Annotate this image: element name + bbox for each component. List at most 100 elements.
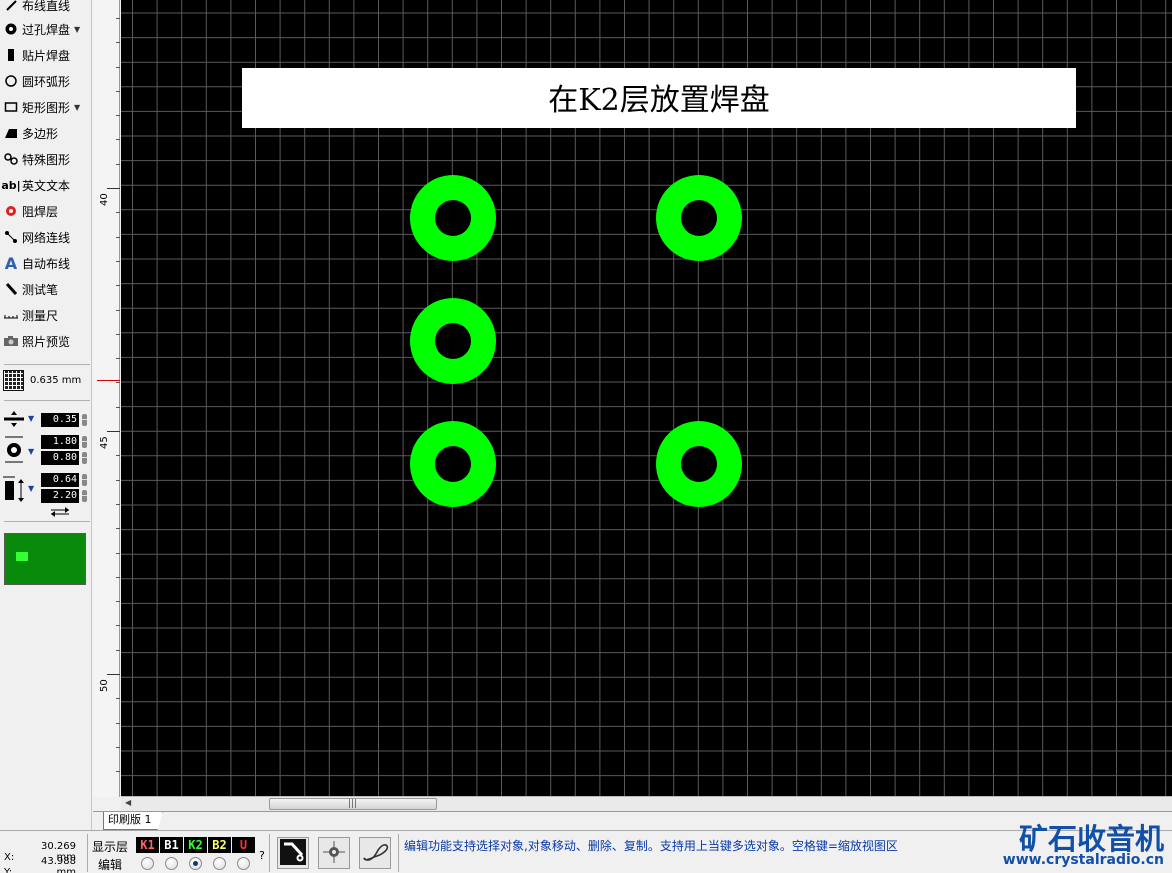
chevron-down-icon[interactable]: ▼ bbox=[28, 484, 34, 493]
tool-smd-pad[interactable]: 贴片焊盘 bbox=[0, 42, 92, 68]
ruler-tick bbox=[116, 333, 120, 335]
tab-board-1[interactable]: 印刷版 1 bbox=[103, 812, 163, 830]
edit-layer-radio-b1[interactable] bbox=[165, 857, 178, 870]
pad-hole-diameter-field[interactable]: 0.80 bbox=[41, 451, 79, 465]
chevron-down-icon[interactable]: ▼ bbox=[74, 103, 80, 112]
ruler-label: 40 bbox=[99, 193, 110, 206]
logo-url: www.crystalradio.cn bbox=[1002, 852, 1164, 868]
ruler-tick bbox=[116, 771, 120, 773]
tool-test-probe[interactable]: 测试笔 bbox=[0, 276, 92, 302]
curve-mode-button[interactable] bbox=[359, 837, 391, 869]
layer-toggle-k1[interactable]: K1 bbox=[136, 837, 159, 853]
edit-layer-radio-k2[interactable] bbox=[189, 857, 202, 870]
scroll-left-icon[interactable]: ◀ bbox=[125, 798, 131, 807]
tool-label: 测试笔 bbox=[22, 282, 59, 297]
layer-toggle-u[interactable]: U bbox=[232, 837, 255, 853]
ruler-label: 50 bbox=[99, 679, 110, 692]
snap-button[interactable] bbox=[318, 837, 350, 869]
tool-ruler[interactable]: 测量尺 bbox=[0, 302, 92, 328]
y-coordinate: Y:43.988 mm bbox=[4, 856, 76, 873]
crosshair-icon bbox=[322, 840, 346, 867]
tool-label: 过孔焊盘 bbox=[22, 22, 71, 37]
layer-toggle-k2[interactable]: K2 bbox=[184, 837, 207, 853]
display-layer-label: 显示层 bbox=[92, 840, 129, 854]
smd-width-spinner[interactable] bbox=[82, 474, 87, 486]
smd-height-spinner[interactable] bbox=[82, 490, 87, 502]
toolbar-divider bbox=[4, 400, 90, 401]
edit-layer-radio-b2[interactable] bbox=[213, 857, 226, 870]
track-width-spinner[interactable] bbox=[82, 414, 87, 426]
ruler-tick bbox=[116, 722, 120, 724]
tool-ring-arc[interactable]: 圆环弧形 bbox=[0, 68, 92, 94]
chevron-down-icon[interactable]: ▼ bbox=[28, 447, 34, 456]
ruler-tick bbox=[116, 90, 120, 92]
scroll-thumb[interactable]: ||| bbox=[269, 798, 437, 810]
edit-layer-radio-u[interactable] bbox=[237, 857, 250, 870]
edit-layer-label: 编辑 bbox=[98, 858, 123, 872]
pad-hole bbox=[681, 446, 717, 482]
tool-autoroute[interactable]: A 自动布线 bbox=[0, 250, 92, 276]
tool-special-shape[interactable]: 特殊图形 bbox=[0, 146, 92, 172]
chevron-down-icon[interactable]: ▼ bbox=[28, 414, 34, 423]
smd-height-field[interactable]: 2.20 bbox=[41, 489, 79, 503]
ruler-tick bbox=[116, 309, 120, 311]
test-probe-icon bbox=[0, 276, 22, 302]
grid-icon[interactable] bbox=[3, 370, 24, 391]
ruler-tick bbox=[116, 601, 120, 603]
pad-outer-spinner[interactable] bbox=[82, 436, 87, 448]
ruler-tick bbox=[116, 528, 120, 530]
pad-outer-diameter-field[interactable]: 1.80 bbox=[41, 435, 79, 449]
tool-polygon[interactable]: 多边形 bbox=[0, 120, 92, 146]
edit-layer-radio-k1[interactable] bbox=[141, 857, 154, 870]
layer-toggle-b2[interactable]: B2 bbox=[208, 837, 231, 853]
pad-hole bbox=[435, 200, 471, 236]
tool-photo-preview[interactable]: 照片预览 bbox=[0, 328, 92, 354]
ruler-tick bbox=[116, 42, 120, 44]
layer-help-button[interactable]: ? bbox=[259, 849, 265, 862]
ruler-tick bbox=[107, 674, 120, 675]
ruler-tick bbox=[116, 382, 120, 384]
swap-arrows-icon[interactable] bbox=[49, 506, 71, 520]
banner-text: 在K2层放置焊盘 bbox=[548, 83, 770, 118]
horizontal-scrollbar[interactable]: ◀ ||| bbox=[121, 796, 1172, 811]
tool-text[interactable]: ab| 英文文本 bbox=[0, 172, 92, 198]
tool-net-connection[interactable]: 网络连线 bbox=[0, 224, 92, 250]
pcb-canvas[interactable]: 在K2层放置焊盘 bbox=[121, 0, 1172, 796]
track-mode-button[interactable] bbox=[277, 837, 309, 869]
ruler-tick bbox=[116, 503, 120, 505]
tool-rectangle[interactable]: 矩形图形 ▼ bbox=[0, 94, 92, 120]
pad-hole-spinner[interactable] bbox=[82, 452, 87, 464]
ruler-tick bbox=[116, 285, 120, 287]
tool-label: 阻焊层 bbox=[22, 204, 59, 219]
ruler-tick bbox=[116, 139, 120, 141]
ruler-tick bbox=[116, 66, 120, 68]
layer-toggle-b1[interactable]: B1 bbox=[160, 837, 183, 853]
solder-mask-icon bbox=[0, 198, 22, 224]
text-icon: ab| bbox=[1, 178, 21, 192]
status-divider bbox=[87, 834, 88, 872]
smd-width-field[interactable]: 0.64 bbox=[41, 473, 79, 487]
chevron-down-icon[interactable]: ▼ bbox=[74, 25, 80, 34]
ruler-label: 45 bbox=[99, 436, 110, 449]
site-logo: 矿石收音机 www.crystalradio.cn bbox=[1002, 822, 1172, 873]
track-width-field[interactable]: 0.35 bbox=[41, 413, 79, 427]
ruler-tick bbox=[116, 698, 120, 700]
tool-solder-mask[interactable]: 阻焊层 bbox=[0, 198, 92, 224]
track-bend-icon bbox=[280, 838, 306, 868]
hint-text: 编辑功能支持选择对象,对象移动、删除、复制。支持用上当键多选对象。空格键=缩放视… bbox=[404, 839, 898, 853]
ruler-tick bbox=[116, 358, 120, 360]
preview-viewport-marker bbox=[16, 552, 28, 561]
ruler-tick bbox=[107, 188, 120, 189]
board-preview[interactable] bbox=[4, 533, 86, 585]
ruler-tick bbox=[116, 163, 120, 165]
tool-via-pad[interactable]: 过孔焊盘 ▼ bbox=[0, 16, 92, 42]
ruler-tick bbox=[116, 746, 120, 748]
tool-label: 圆环弧形 bbox=[22, 74, 71, 89]
net-connection-icon bbox=[0, 224, 22, 250]
status-divider bbox=[398, 834, 399, 872]
ruler-tick bbox=[116, 115, 120, 117]
status-bar: X:30.269 mm Y:43.988 mm 显示层 编辑 K1 B1 K2 … bbox=[0, 822, 1172, 873]
sheet-tab-bar: 印刷版 1 bbox=[93, 811, 1172, 830]
tool-label: 矩形图形 bbox=[22, 100, 71, 115]
ruler-tick bbox=[116, 236, 120, 238]
